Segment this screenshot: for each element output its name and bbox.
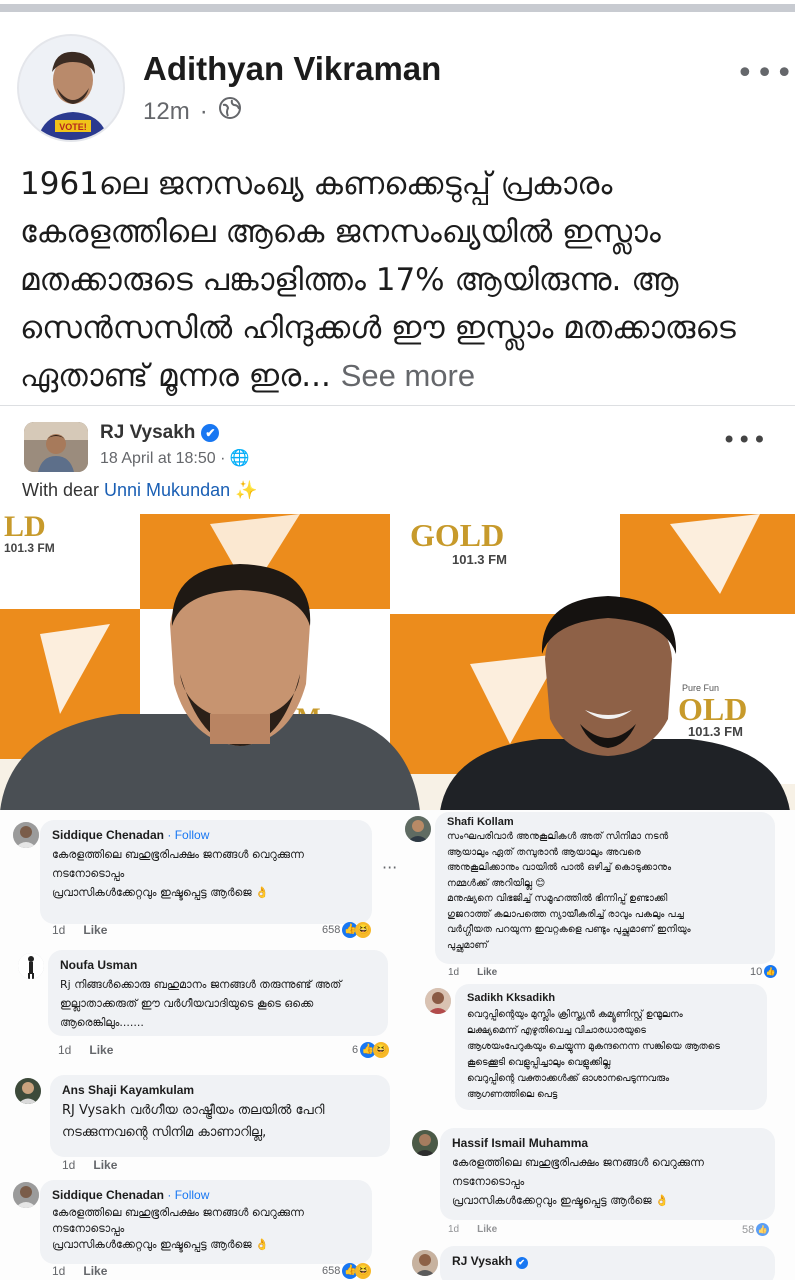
shared-author-avatar: [24, 422, 88, 472]
shared-caption: With dear Unni Mukundan ✨: [22, 480, 258, 500]
like-button[interactable]: Like: [83, 1264, 107, 1278]
comments-image: Siddique Chenadan · Follow കേരളത്തിലെ ബഹ…: [0, 810, 795, 1280]
post-header: VOTE! Adithyan Vikraman 12m · •••: [0, 28, 795, 142]
commenter-avatar: [412, 1130, 438, 1156]
shared-photo: LD 101.3 FM GOLD 101.3 FM Pure Fun OLD 1…: [0, 514, 795, 811]
comment-bubble: Sadikh Kksadikh വെറുപ്പിന്റെയും മുസ്ലിം …: [455, 984, 767, 1110]
commenter-name[interactable]: Hassif Ismail Muhamma: [452, 1136, 763, 1150]
reaction-count: 58 👍: [742, 1223, 770, 1236]
reaction-count: 6 👍 😆: [352, 1042, 390, 1058]
like-button[interactable]: Like: [477, 1224, 497, 1235]
reaction-count: 658 👍 😆: [322, 922, 372, 938]
shared-author-name: RJ Vysakh ✔: [100, 422, 220, 444]
commenter-avatar: [15, 1078, 41, 1104]
comment-actions: 1d Like: [62, 1158, 118, 1172]
haha-reaction-icon: 😆: [373, 1042, 390, 1058]
comment-actions: 1d Like: [58, 1043, 114, 1057]
comment-more-icon: ···: [382, 858, 398, 877]
comment-bubble: Siddique Chenadan · Follow കേരളത്തിലെ ബഹ…: [40, 820, 372, 924]
commenter-name[interactable]: Sadikh Kksadikh: [467, 992, 755, 1004]
comment-bubble: Hassif Ismail Muhamma കേരളത്തിലെ ബഹുഭൂരി…: [440, 1128, 775, 1220]
svg-text:101.3 FM: 101.3 FM: [4, 541, 55, 555]
svg-text:GOLD: GOLD: [410, 517, 504, 553]
like-button[interactable]: Like: [89, 1043, 113, 1057]
like-button[interactable]: Like: [83, 923, 107, 937]
post-more-button[interactable]: •••: [736, 56, 795, 91]
commenter-name[interactable]: Siddique Chenadan: [52, 1188, 164, 1202]
haha-reaction-icon: 😆: [355, 1263, 372, 1279]
commenter-avatar: [13, 1182, 39, 1208]
commenter-name[interactable]: Shafi Kollam: [447, 816, 763, 828]
comment-actions: 1d Like: [448, 967, 498, 978]
svg-text:LD: LD: [4, 514, 46, 543]
shared-more-icon: •••: [722, 426, 768, 454]
like-reaction-icon: 👍: [764, 965, 778, 978]
like-button[interactable]: Like: [93, 1158, 117, 1172]
post-ellipsis: ...: [301, 358, 331, 394]
follow-link[interactable]: Follow: [175, 1188, 210, 1202]
vote-badge: VOTE!: [59, 122, 87, 132]
comment-bubble: Siddique Chenadan · Follow കേരളത്തിലെ ബഹ…: [40, 1180, 372, 1264]
reaction-count: 10 👍: [750, 965, 778, 978]
svg-text:101.3 FM: 101.3 FM: [452, 552, 507, 567]
verified-icon: ✔: [201, 424, 220, 442]
comment-actions: 1d Like: [448, 1224, 498, 1235]
post-body: 1961ലെ ജനസംഖ്യ കണക്കെടുപ്പ് പ്രകാരം കേരള…: [20, 160, 780, 400]
shared-post-meta: 18 April at 18:50 · 🌐: [100, 450, 250, 467]
like-button[interactable]: Like: [477, 967, 497, 978]
commenter-name[interactable]: RJ Vysakh: [452, 1254, 512, 1268]
comment-actions: 1d Like: [52, 1264, 108, 1278]
shared-post-header: RJ Vysakh ✔ 18 April at 18:50 · 🌐 ••• Wi…: [0, 406, 795, 506]
commenter-avatar: [13, 822, 39, 848]
commenter-avatar: [412, 1250, 438, 1276]
comment-bubble: Ans Shaji Kayamkulam RJ Vysakh വർഗീയ രാഷ…: [50, 1075, 390, 1157]
author-name[interactable]: Adithyan Vikraman: [143, 50, 441, 88]
verified-icon: ✔: [515, 1257, 528, 1269]
svg-text:OLD: OLD: [678, 691, 747, 727]
post-meta: 12m ·: [143, 96, 242, 127]
comment-actions: 1d Like: [52, 923, 108, 937]
commenter-avatar: [18, 953, 44, 979]
like-reaction-icon: 👍: [756, 1223, 770, 1236]
comment-bubble: Noufa Usman Rj നിങ്ങൾക്കൊരു ബഹുമാനം ജനങ്…: [48, 950, 388, 1036]
commenter-name[interactable]: Siddique Chenadan: [52, 828, 164, 842]
commenter-avatar: [405, 816, 431, 842]
post-time[interactable]: 12m: [143, 98, 190, 126]
globe-icon[interactable]: [218, 96, 242, 127]
shared-post-image[interactable]: RJ Vysakh ✔ 18 April at 18:50 · 🌐 ••• Wi…: [0, 405, 795, 811]
commenter-name[interactable]: Noufa Usman: [60, 958, 376, 972]
haha-reaction-icon: 😆: [355, 922, 372, 938]
author-avatar[interactable]: VOTE!: [17, 34, 125, 142]
follow-link[interactable]: Follow: [175, 828, 210, 842]
globe-icon: 🌐: [229, 450, 250, 467]
comment-bubble: Shafi Kollam സംഘപരിവാർ അനുകൂലികൾ അത് സിന…: [435, 812, 775, 964]
comment-bubble: RJ Vysakh ✔: [440, 1246, 775, 1280]
tagged-person: Unni Mukundan: [104, 480, 231, 500]
meta-separator: ·: [199, 97, 208, 125]
top-divider: [0, 0, 795, 14]
svg-text:101.3 FM: 101.3 FM: [688, 724, 743, 739]
commenter-avatar: [425, 988, 451, 1014]
reaction-count: 658 👍 😆: [322, 1263, 372, 1279]
commenter-name[interactable]: Ans Shaji Kayamkulam: [62, 1083, 378, 1097]
see-more-link[interactable]: See more: [341, 358, 475, 393]
